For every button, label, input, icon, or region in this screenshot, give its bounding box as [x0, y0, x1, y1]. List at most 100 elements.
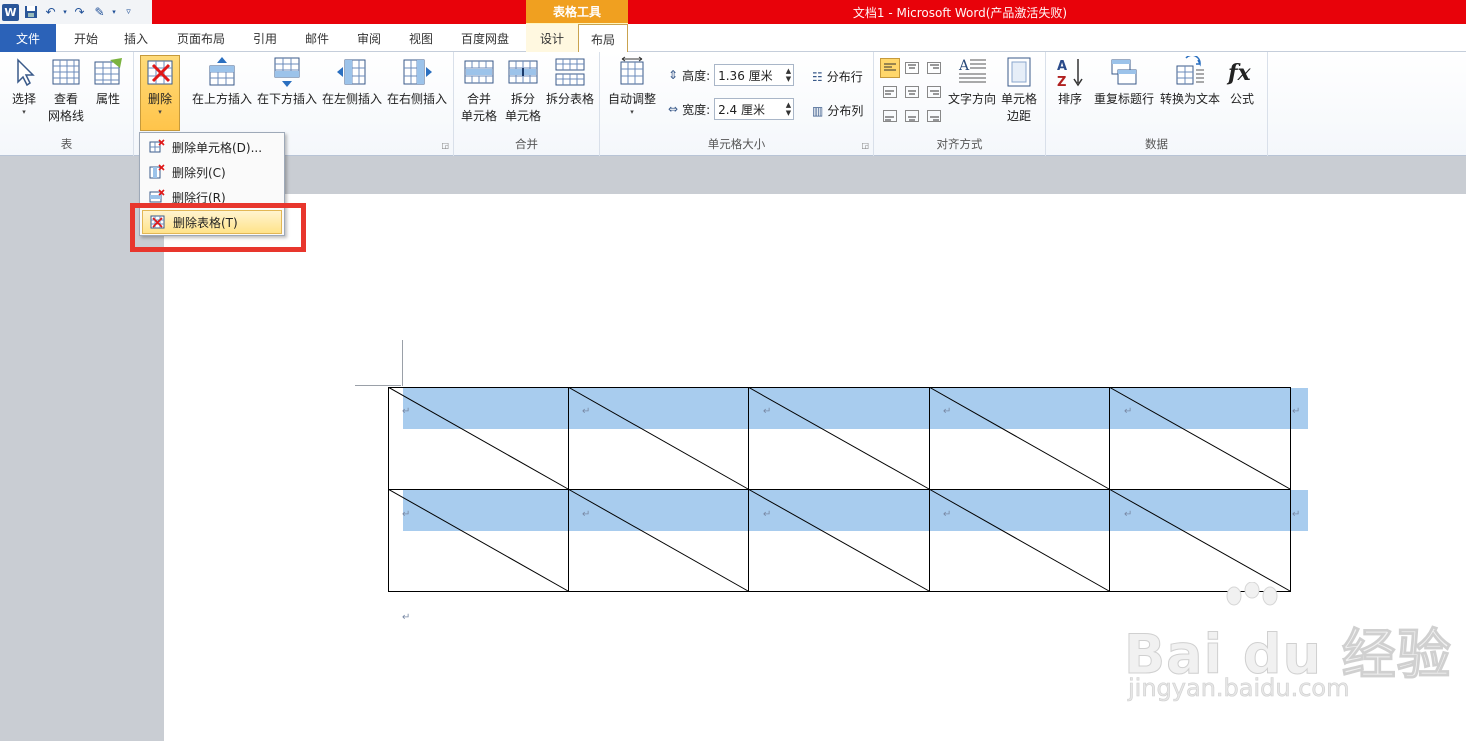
delete-columns-icon — [142, 164, 172, 180]
paragraph-mark: ↵ — [582, 509, 591, 520]
tab-references[interactable]: 引用 — [244, 24, 286, 52]
autofit-icon — [620, 56, 644, 85]
tab-view[interactable]: 视图 — [400, 24, 442, 52]
save-icon[interactable] — [22, 4, 39, 21]
menu-item-delete-cells[interactable]: 删除单元格(D)... — [142, 135, 282, 159]
sort-button[interactable]: AZ 排序 — [1054, 56, 1086, 108]
cell-diagonal — [1108, 387, 1291, 490]
align-icon — [905, 86, 919, 98]
align-icon — [883, 86, 897, 98]
select-button[interactable]: 选择 ▾ — [6, 56, 42, 116]
align-middle-center-button[interactable] — [902, 82, 922, 102]
align-top-right-button[interactable] — [924, 58, 944, 78]
ribbon-tab-bar: 文件 开始 插入 页面布局 引用 邮件 审阅 视图 百度网盘 设计 布局 — [0, 24, 1466, 53]
align-middle-right-button[interactable] — [924, 82, 944, 102]
insert-left-button[interactable]: 在左侧插入 — [320, 56, 384, 108]
document-table[interactable] — [388, 387, 1292, 593]
dialog-launcher-icon[interactable]: ◲ — [861, 141, 869, 150]
page-gap-area — [164, 156, 1466, 194]
merge-cells-button[interactable]: 合并 单元格 — [458, 56, 500, 125]
align-middle-left-button[interactable] — [880, 82, 900, 102]
view-gridlines-button[interactable]: 查看 网格线 — [46, 56, 86, 125]
group-label-alignment: 对齐方式 — [936, 137, 983, 151]
align-icon — [884, 63, 896, 71]
height-input[interactable]: 1.36 厘米 ▲ ▼ — [714, 64, 795, 86]
distribute-rows-button[interactable]: ☷ 分布行 — [812, 68, 863, 85]
align-top-center-button[interactable] — [902, 58, 922, 78]
paragraph-mark: ↵ — [582, 406, 591, 417]
align-icon — [883, 110, 897, 122]
cell-margins-icon — [1007, 57, 1031, 87]
convert-to-text-icon — [1176, 56, 1204, 85]
distribute-columns-icon: ▥ — [812, 103, 824, 118]
group-label-data: 数据 — [1145, 137, 1168, 151]
align-bottom-right-button[interactable] — [924, 106, 944, 126]
autofit-button[interactable]: 自动调整 ▾ — [604, 56, 660, 116]
paragraph-mark: ↵ — [1124, 509, 1133, 520]
insert-above-button[interactable]: 在上方插入 — [190, 56, 254, 108]
paragraph-mark: ↵ — [943, 406, 952, 417]
align-bottom-center-button[interactable] — [902, 106, 922, 126]
paragraph-mark: ↵ — [1124, 406, 1133, 417]
dropdown-arrow-icon[interactable]: ▾ — [62, 4, 68, 21]
text-direction-icon: A — [958, 58, 986, 83]
delete-table-icon — [147, 60, 173, 85]
dialog-launcher-icon[interactable]: ◲ — [441, 141, 449, 150]
convert-to-text-button[interactable]: 转换为文本 — [1158, 56, 1222, 108]
insert-below-button[interactable]: 在下方插入 — [255, 56, 319, 108]
split-table-button[interactable]: 拆分表格 — [544, 56, 596, 108]
cell-diagonal — [567, 488, 749, 592]
width-input[interactable]: 2.4 厘米 ▲ ▼ — [714, 98, 795, 120]
tab-layout[interactable]: 布局 — [578, 24, 628, 53]
format-painter-icon[interactable]: ✎ — [91, 4, 108, 21]
align-top-left-button[interactable] — [880, 58, 900, 78]
paragraph-mark: ↵ — [402, 612, 411, 623]
delete-button[interactable]: 删除 ▾ — [140, 55, 180, 131]
cell-diagonal — [1108, 488, 1291, 592]
dropdown-arrow-icon[interactable]: ▾ — [111, 4, 117, 21]
customize-qat-icon[interactable]: ▿ — [120, 4, 137, 21]
redo-icon[interactable]: ↷ — [71, 4, 88, 21]
dropdown-arrow-icon: ▾ — [630, 108, 634, 116]
watermark-url: jingyan.baidu.com — [1128, 674, 1350, 703]
paragraph-mark: ↵ — [402, 509, 411, 520]
paragraph-mark: ↵ — [1292, 509, 1301, 520]
split-cells-button[interactable]: 拆分 单元格 — [502, 56, 544, 125]
svg-text:Z: Z — [1057, 75, 1066, 88]
split-cells-icon — [508, 60, 538, 84]
spinner-icon[interactable]: ▲ ▼ — [786, 67, 793, 83]
tab-insert[interactable]: 插入 — [114, 24, 158, 52]
tab-review[interactable]: 审阅 — [348, 24, 390, 52]
cell-diagonal — [388, 488, 569, 592]
cell-margins-button[interactable]: 单元格 边距 — [998, 56, 1040, 125]
distribute-columns-button[interactable]: ▥ 分布列 — [812, 102, 863, 119]
align-icon — [927, 62, 941, 74]
tab-baidu-netdisk[interactable]: 百度网盘 — [452, 24, 518, 52]
tab-file[interactable]: 文件 — [0, 24, 56, 52]
align-bottom-left-button[interactable] — [880, 106, 900, 126]
tab-home[interactable]: 开始 — [58, 24, 114, 52]
insert-right-button[interactable]: 在右侧插入 — [385, 56, 449, 108]
split-table-icon — [555, 58, 585, 86]
word-app-icon[interactable]: W — [2, 3, 19, 21]
align-icon — [927, 110, 941, 122]
title-bar — [0, 0, 1466, 24]
tab-design[interactable]: 设计 — [526, 24, 578, 52]
paragraph-mark: ↵ — [763, 509, 772, 520]
spinner-icon[interactable]: ▲ ▼ — [786, 101, 793, 117]
repeat-header-rows-button[interactable]: 重复标题行 — [1092, 56, 1156, 108]
insert-column-left-icon — [337, 59, 366, 85]
insert-row-above-icon — [209, 57, 235, 86]
crop-mark — [355, 385, 401, 386]
paragraph-mark: ↵ — [763, 406, 772, 417]
text-direction-button[interactable]: A 文字方向 — [946, 56, 998, 108]
properties-button[interactable]: 属性 — [90, 56, 126, 108]
cell-diagonal — [567, 387, 749, 490]
group-label-merge: 合并 — [515, 137, 538, 151]
menu-item-delete-columns[interactable]: 删除列(C) — [142, 160, 282, 184]
tab-mailings[interactable]: 邮件 — [296, 24, 338, 52]
paragraph-mark: ↵ — [943, 509, 952, 520]
tab-page-layout[interactable]: 页面布局 — [166, 24, 236, 52]
formula-button[interactable]: fx 公式 — [1224, 56, 1260, 108]
undo-icon[interactable]: ↶ — [42, 4, 59, 21]
